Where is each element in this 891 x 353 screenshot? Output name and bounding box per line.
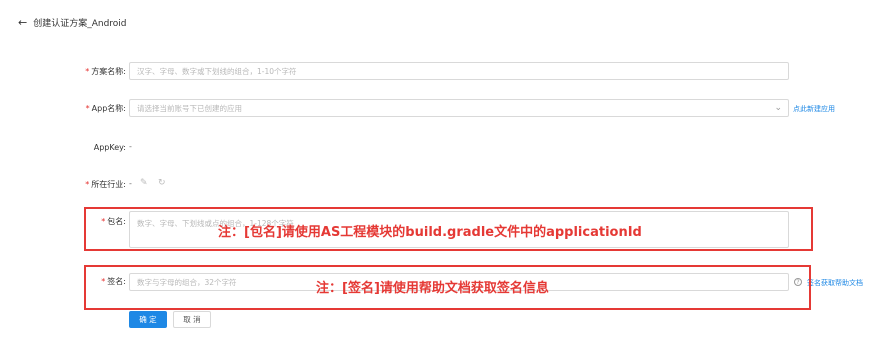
refresh-icon[interactable]: ↻ [158,178,166,188]
create-app-link[interactable]: 点此新建应用 [793,104,835,114]
appkey-value: - [129,142,132,151]
package-annotation-text: 注：[包名]请使用AS工程模块的build.gradle文件中的applicat… [218,225,642,240]
page-title: 创建认证方案_Android [33,18,127,29]
scheme-name-input[interactable]: 汉字、字母、数字或下划线的组合，1-10个字符 [129,62,789,80]
app-name-label: * App名称: [85,103,126,113]
scheme-name-label: * 方案名称: [85,66,126,76]
chevron-down-icon: ⌄ [774,103,782,113]
signature-help-link[interactable]: 签名获取帮助文档 [807,278,863,288]
edit-icon[interactable]: ✎ [140,178,148,188]
app-name-select[interactable]: 请选择当前账号下已创建的应用 ⌄ [129,99,789,117]
signature-annotation-text: 注：[签名]请使用帮助文档获取签名信息 [316,281,549,296]
confirm-button[interactable]: 确 定 [129,311,167,328]
appkey-label: AppKey: [93,142,126,152]
industry-label: * 所在行业: [85,179,126,189]
arrow-left-icon[interactable]: ← [18,17,27,28]
cancel-button[interactable]: 取 消 [173,311,211,328]
industry-value: - [129,179,132,188]
page-header: ← 创建认证方案_Android [18,14,127,30]
